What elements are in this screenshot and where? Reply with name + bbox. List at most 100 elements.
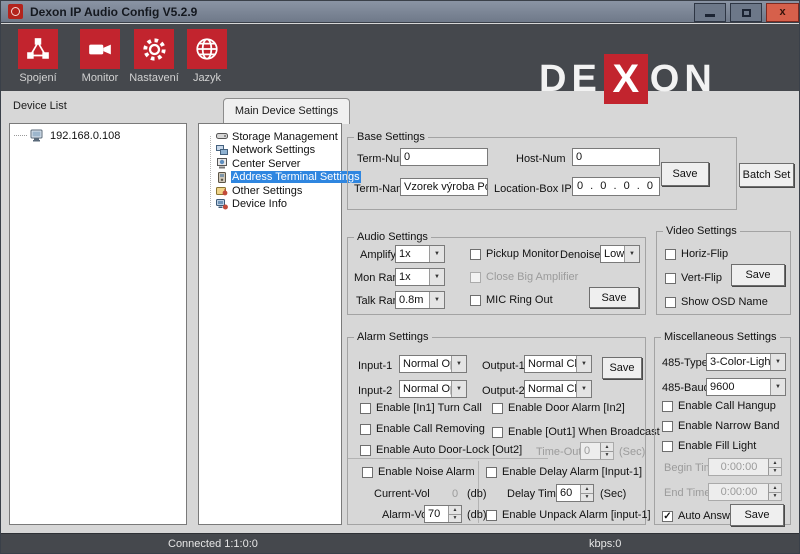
- alarm-vol-spinner[interactable]: 70 ▲▼: [424, 505, 462, 523]
- enable-in1-turn-call-checkbox[interactable]: Enable [In1] Turn Call: [360, 402, 482, 414]
- tree-item-network-settings[interactable]: Network Settings: [205, 144, 339, 158]
- delay-time-label: Delay Time: [507, 488, 562, 500]
- alarm-vol-unit: (db): [467, 509, 487, 521]
- batch-set-button[interactable]: Batch Set: [739, 163, 794, 187]
- tools-icon: [216, 185, 228, 196]
- horiz-flip-checkbox[interactable]: Horiz-Flip: [665, 248, 728, 260]
- term-num-input[interactable]: 0: [400, 148, 488, 166]
- toolbar-item-monitor[interactable]: Monitor: [71, 29, 129, 84]
- input2-dropdown[interactable]: Normal Open▼: [399, 380, 467, 398]
- storage-icon: [216, 131, 228, 142]
- monitor-button[interactable]: [80, 29, 120, 69]
- logo-text-left: DE: [539, 58, 602, 101]
- connect-button[interactable]: [18, 29, 58, 69]
- 485-type-label: 485-Type: [662, 357, 708, 369]
- tab-main-device-settings[interactable]: Main Device Settings: [223, 98, 350, 124]
- misc-save-button[interactable]: Save: [730, 504, 784, 526]
- enable-out1-broadcast-checkbox[interactable]: Enable [Out1] When Broadcast: [492, 426, 660, 438]
- checkbox-box: [470, 295, 481, 306]
- base-settings-title: Base Settings: [354, 131, 428, 143]
- checkbox-box: [665, 249, 676, 260]
- enable-noise-alarm-checkbox[interactable]: Enable Noise Alarm: [362, 466, 475, 478]
- amplify-dropdown[interactable]: 1x▼: [395, 245, 445, 263]
- toolbar: Spojení Monitor Nastavení: [1, 24, 799, 91]
- toolbar-label: Spojení: [19, 72, 56, 84]
- delay-time-spinner[interactable]: 60 ▲▼: [556, 484, 594, 502]
- globe-icon: [194, 36, 220, 62]
- enable-call-hangup-checkbox[interactable]: Enable Call Hangup: [662, 400, 776, 412]
- chevron-down-icon: ▼: [624, 246, 639, 262]
- video-save-button[interactable]: Save: [731, 264, 785, 286]
- toolbar-item-settings[interactable]: Nastavení: [123, 29, 185, 84]
- close-big-amplifier-checkbox: Close Big Amplifier: [470, 271, 578, 283]
- show-osd-name-checkbox[interactable]: Show OSD Name: [665, 296, 768, 308]
- enable-door-alarm-checkbox[interactable]: Enable Door Alarm [In2]: [492, 402, 625, 414]
- maximize-icon: [742, 9, 751, 17]
- enable-delay-alarm-checkbox[interactable]: Enable Delay Alarm [Input-1]: [486, 466, 642, 478]
- term-name-input[interactable]: Vzorek výroba PoE + a: [400, 178, 488, 196]
- alarm-settings-group: Alarm Settings Input-1 Normal Open▼ Outp…: [347, 337, 646, 525]
- close-button[interactable]: x: [766, 3, 799, 22]
- timeout-spinner: 0 ▲▼: [580, 442, 614, 460]
- checkbox-box: [486, 467, 497, 478]
- mic-ring-out-checkbox[interactable]: MIC Ring Out: [470, 294, 553, 306]
- enable-narrow-band-checkbox[interactable]: Enable Narrow Band: [662, 420, 780, 432]
- host-num-input[interactable]: 0: [572, 148, 660, 166]
- tree-item-center-server[interactable]: Center Server: [205, 157, 339, 171]
- base-save-button[interactable]: Save: [661, 162, 709, 186]
- mon-range-dropdown[interactable]: 1x▼: [395, 268, 445, 286]
- toolbar-item-connect[interactable]: Spojení: [9, 29, 67, 84]
- tree-expand-line: [14, 135, 27, 136]
- output2-dropdown[interactable]: Normal Close▼: [524, 380, 592, 398]
- pickup-monitor-checkbox[interactable]: Pickup Monitor: [470, 248, 559, 260]
- device-monitor-icon: [30, 129, 45, 142]
- tree-item-device-info[interactable]: Device Info: [205, 198, 339, 212]
- app-window: Dexon IP Audio Config V5.2.9 x Spojení M…: [0, 0, 800, 554]
- device-list-panel[interactable]: 192.168.0.108: [9, 123, 187, 525]
- base-settings-group: Base Settings Term-Num 0 Host-Num 0 Term…: [347, 137, 737, 210]
- denoise-dropdown[interactable]: Low▼: [600, 245, 640, 263]
- checkbox-box: [662, 421, 673, 432]
- 485-type-dropdown[interactable]: 3-Color-Light▼: [706, 353, 786, 371]
- server-icon: [216, 158, 228, 169]
- alarm-settings-title: Alarm Settings: [354, 331, 432, 343]
- tree-item-other-settings[interactable]: Other Settings: [205, 184, 339, 198]
- chevron-down-icon: ▼: [429, 246, 444, 262]
- close-icon: x: [779, 7, 785, 18]
- auto-answer-checkbox[interactable]: Auto Answer: [662, 510, 740, 522]
- output1-dropdown[interactable]: Normal Close▼: [524, 355, 592, 373]
- settings-tree-panel[interactable]: Storage Management Network Settings Cent…: [198, 123, 342, 525]
- 485-baud-label: 485-Baud: [662, 382, 710, 394]
- alarm-save-button[interactable]: Save: [602, 357, 642, 379]
- host-num-label: Host-Num: [516, 153, 566, 165]
- misc-settings-title: Miscellaneous Settings: [661, 331, 780, 343]
- enable-fill-light-checkbox[interactable]: Enable Fill Light: [662, 440, 756, 452]
- delay-time-unit: (Sec): [600, 488, 626, 500]
- current-vol-unit: (db): [467, 488, 487, 500]
- 485-baud-dropdown[interactable]: 9600▼: [706, 378, 786, 396]
- talk-range-dropdown[interactable]: 0.8m▼: [395, 291, 445, 309]
- input1-dropdown[interactable]: Normal Open▼: [399, 355, 467, 373]
- location-box-ip-input[interactable]: 0 . 0 . 0 . 0: [572, 177, 660, 196]
- checkbox-box: [470, 272, 481, 283]
- toolbar-item-language[interactable]: Jazyk: [179, 29, 235, 84]
- enable-call-removing-checkbox[interactable]: Enable Call Removing: [360, 423, 485, 435]
- checkbox-box: [492, 427, 503, 438]
- dexon-logo: DE X ON: [539, 54, 717, 104]
- enable-auto-door-lock-checkbox[interactable]: Enable Auto Door-Lock [Out2]: [360, 444, 522, 456]
- audio-settings-title: Audio Settings: [354, 231, 431, 243]
- vert-flip-checkbox[interactable]: Vert-Flip: [665, 272, 722, 284]
- minimize-button[interactable]: [694, 3, 726, 22]
- tree-item-storage-management[interactable]: Storage Management: [205, 130, 339, 144]
- toolbar-label: Nastavení: [129, 72, 179, 84]
- language-button[interactable]: [187, 29, 227, 69]
- enable-unpack-alarm-checkbox[interactable]: Enable Unpack Alarm [input-1]: [486, 509, 651, 521]
- toolbar-label: Monitor: [82, 72, 119, 84]
- maximize-button[interactable]: [730, 3, 762, 22]
- audio-save-button[interactable]: Save: [589, 287, 639, 308]
- settings-button[interactable]: [134, 29, 174, 69]
- checkbox-box: [470, 249, 481, 260]
- device-list-item[interactable]: 192.168.0.108: [14, 129, 120, 142]
- tree-item-address-terminal-settings[interactable]: Address Terminal Settings: [205, 171, 339, 185]
- spinner-arrows-icon: ▲▼: [600, 443, 613, 459]
